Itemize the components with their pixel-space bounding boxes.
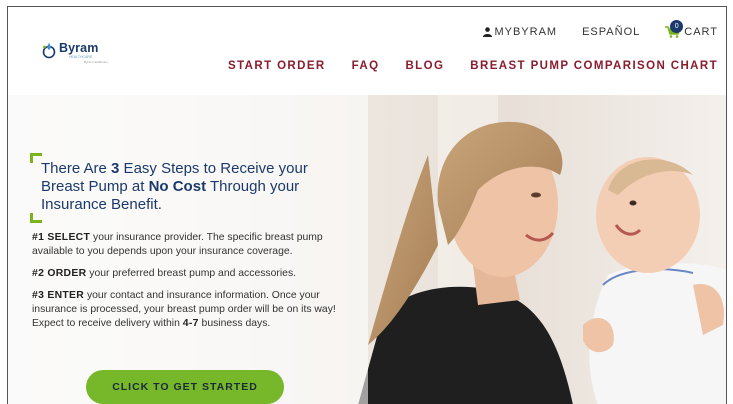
mybyram-link[interactable]: MYBYRAM	[483, 26, 557, 38]
headline-text-1: There Are	[41, 160, 112, 177]
nav-start-order[interactable]: START ORDER	[228, 60, 326, 72]
byram-logo-icon	[40, 42, 58, 60]
browser-viewport: Byram HEALTHCARE Byram Healthcare MYBYRA…	[7, 6, 727, 404]
user-icon	[483, 27, 493, 37]
logo-name: Byram	[59, 41, 99, 55]
headline-no-cost: No Cost	[148, 178, 207, 195]
main-nav: START ORDER FAQ BLOG BREAST PUMP COMPARI…	[228, 60, 718, 72]
nav-blog[interactable]: BLOG	[405, 60, 444, 72]
step-3-days: 4-7	[182, 318, 199, 329]
cart-icon: 0	[665, 20, 684, 38]
step-2-key: #2 ORDER	[32, 268, 87, 279]
cart-count-badge: 0	[670, 20, 684, 33]
step-2-text: your preferred breast pump and accessori…	[86, 268, 297, 279]
steps-list: #1 SELECT your insurance provider. The s…	[32, 231, 342, 339]
cart-link[interactable]: 0 CART	[665, 20, 718, 38]
nav-comparison-chart[interactable]: BREAST PUMP COMPARISON CHART	[470, 60, 718, 72]
mybyram-label: MYBYRAM	[494, 26, 558, 38]
espanol-label: ESPAÑOL	[582, 26, 641, 38]
hero-section: There Are 3 Easy Steps to Receive your B…	[8, 95, 726, 404]
step-3: #3 ENTER your contact and insurance info…	[32, 289, 342, 331]
step-2: #2 ORDER your preferred breast pump and …	[32, 267, 342, 281]
espanol-link[interactable]: ESPAÑOL	[582, 26, 640, 38]
bracket-bottom-decoration	[30, 213, 42, 223]
hero-headline: There Are 3 Easy Steps to Receive your B…	[41, 160, 331, 214]
step-1: #1 SELECT your insurance provider. The s…	[32, 231, 342, 259]
step-1-key: #1 SELECT	[32, 232, 91, 243]
utility-nav: MYBYRAM ESPAÑOL 0 CART	[483, 20, 718, 38]
step-3-key: #3 ENTER	[32, 290, 85, 301]
site-header: Byram HEALTHCARE Byram Healthcare MYBYRA…	[8, 7, 726, 95]
get-started-button[interactable]: CLICK TO GET STARTED	[86, 370, 284, 404]
byram-logo[interactable]: Byram HEALTHCARE Byram Healthcare	[40, 41, 108, 64]
nav-faq[interactable]: FAQ	[352, 60, 380, 72]
step-3-text-end: business days.	[198, 318, 271, 329]
logo-subtagline: Byram Healthcare	[84, 60, 109, 64]
cart-label: CART	[684, 26, 718, 38]
